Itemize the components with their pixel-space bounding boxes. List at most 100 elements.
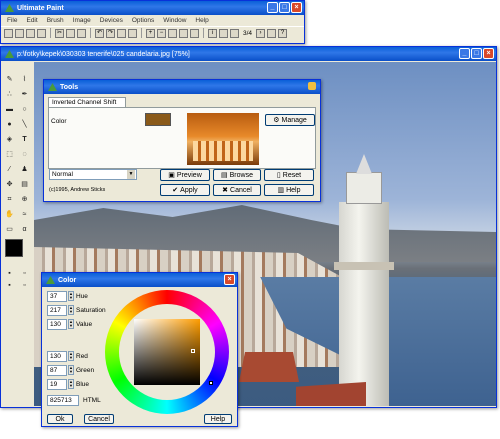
zoom-icon[interactable]: ⊕ [20,195,29,204]
doc-minimize-button[interactable]: _ [459,48,470,59]
red-spinner[interactable]: ▲ ▼ [68,351,74,361]
open-folder-icon[interactable] [15,28,24,38]
new-file-icon[interactable] [4,28,13,38]
camera-icon[interactable] [128,28,137,38]
zoom-out-icon[interactable]: − [157,28,166,38]
palette-tool-1-icon[interactable]: ▪ [5,269,14,278]
saturation-input[interactable]: 217 [47,305,67,316]
browse-button[interactable]: ▤ Browse [213,169,261,181]
airbrush-icon[interactable]: ∴ [5,90,14,99]
line-icon[interactable]: ╲ [20,120,29,129]
blue-spinner[interactable]: ▲ ▼ [68,379,74,389]
move-icon[interactable]: ✥ [5,180,14,189]
tools-pin-icon[interactable] [308,82,316,90]
reset-button[interactable]: ▯ Reset [264,169,314,181]
pen-icon[interactable]: ✒ [20,90,29,99]
rotate-icon[interactable] [179,28,188,38]
menu-image[interactable]: Image [73,17,91,24]
menu-file[interactable]: File [7,17,17,24]
ellipse-icon[interactable]: ○ [20,105,29,114]
preview-icon: ▣ [168,172,175,179]
reset-label: Reset [282,171,302,179]
checkmark-icon: ✔ [172,187,179,194]
ok-button[interactable]: Ok [47,414,73,424]
mode-select[interactable]: Normal ▼ [49,169,137,180]
green-spinner[interactable]: ▲ ▼ [68,365,74,375]
paste-icon[interactable] [77,28,86,38]
menu-window[interactable]: Window [163,17,186,24]
print-icon[interactable] [37,28,46,38]
document-title-bar[interactable]: p:\fotky\kepek\030303 tenerife\025 cande… [1,47,496,61]
fit-icon[interactable] [168,28,177,38]
cancel-button[interactable]: ✖ Cancel [213,184,261,196]
eraser-icon[interactable]: ▭ [5,225,14,234]
blue-input[interactable]: 19 [47,379,67,390]
pencil-icon[interactable]: ✎ [5,75,14,84]
text-icon[interactable]: T [20,135,29,144]
value-input[interactable]: 130 [47,319,67,330]
menu-devices[interactable]: Devices [100,17,123,24]
doc-maximize-button[interactable]: □ [471,48,482,59]
value-spinner[interactable]: ▲ ▼ [68,319,74,329]
slideshow-icon[interactable] [219,28,228,38]
html-input[interactable]: 825713 [47,395,79,406]
manage-button[interactable]: ⚙ Manage [265,114,315,126]
palette-tool-3-icon[interactable]: ▪ [5,281,14,290]
crop-icon[interactable]: ⌗ [5,195,14,204]
apply-button[interactable]: ✔ Apply [160,184,210,196]
hue-cursor[interactable] [209,381,213,385]
sv-cursor[interactable] [191,349,195,353]
next-page-icon[interactable]: › [256,28,266,38]
info-icon[interactable]: i [208,28,217,38]
color-close-button[interactable]: × [224,274,235,285]
palette-tool-4-icon[interactable]: ▫ [20,281,29,290]
red-input[interactable]: 130 [47,351,67,362]
saturation-spinner[interactable]: ▲ ▼ [68,305,74,315]
save-icon[interactable] [26,28,35,38]
doc-close-button[interactable]: × [483,48,494,59]
hue-spinner[interactable]: ▲ ▼ [68,291,74,301]
stamp-icon[interactable]: ♟ [20,165,29,174]
tools-title-bar[interactable]: Tools [44,80,320,94]
select-icon[interactable]: ⬚ [5,150,14,159]
smudge-icon[interactable]: ≈ [20,210,29,219]
preview-button[interactable]: ▣ Preview [160,169,210,181]
menu-help[interactable]: Help [195,17,208,24]
foreground-color-swatch[interactable] [5,239,23,257]
menu-edit[interactable]: Edit [26,17,37,24]
redo-icon[interactable]: ↷ [106,28,115,38]
alpha-icon[interactable]: α [20,225,29,234]
color-cancel-button[interactable]: Cancel [84,414,114,424]
hand-icon[interactable]: ✋ [5,210,14,219]
hue-input[interactable]: 37 [47,291,67,302]
rectangle-icon[interactable]: ▬ [5,105,14,114]
tools-icon[interactable] [267,28,277,38]
undo-icon[interactable]: ↶ [95,28,104,38]
flip-icon[interactable] [190,28,199,38]
copy-icon[interactable] [66,28,75,38]
zoom-in-icon[interactable]: + [146,28,155,38]
brush-icon[interactable]: ⌇ [20,75,29,84]
help-icon[interactable]: ? [278,28,288,38]
close-button[interactable]: × [291,2,302,13]
eyedropper-icon[interactable]: ⁄ [5,165,14,174]
tools-dialog-icon [48,83,57,91]
main-title-bar[interactable]: Ultimate Paint _ □ × [1,1,304,15]
maximize-button[interactable]: □ [279,2,290,13]
help-button[interactable]: ▥ Help [264,184,314,196]
menu-options[interactable]: Options [132,17,154,24]
settings-icon[interactable] [230,28,239,38]
color-swatch[interactable] [145,113,171,126]
palette-tool-2-icon[interactable]: ▫ [20,269,29,278]
menu-brush[interactable]: Brush [47,17,64,24]
color-title-bar[interactable]: Color × [42,273,237,287]
fill-icon[interactable]: ◈ [5,135,14,144]
cut-icon[interactable]: ✂ [55,28,64,38]
lasso-icon[interactable]: ◌ [20,150,29,159]
scan-icon[interactable] [117,28,126,38]
filled-ellipse-icon[interactable]: ● [5,120,14,129]
green-input[interactable]: 87 [47,365,67,376]
gradient-icon[interactable]: ▤ [20,180,29,189]
minimize-button[interactable]: _ [267,2,278,13]
color-help-button[interactable]: Help [204,414,232,424]
